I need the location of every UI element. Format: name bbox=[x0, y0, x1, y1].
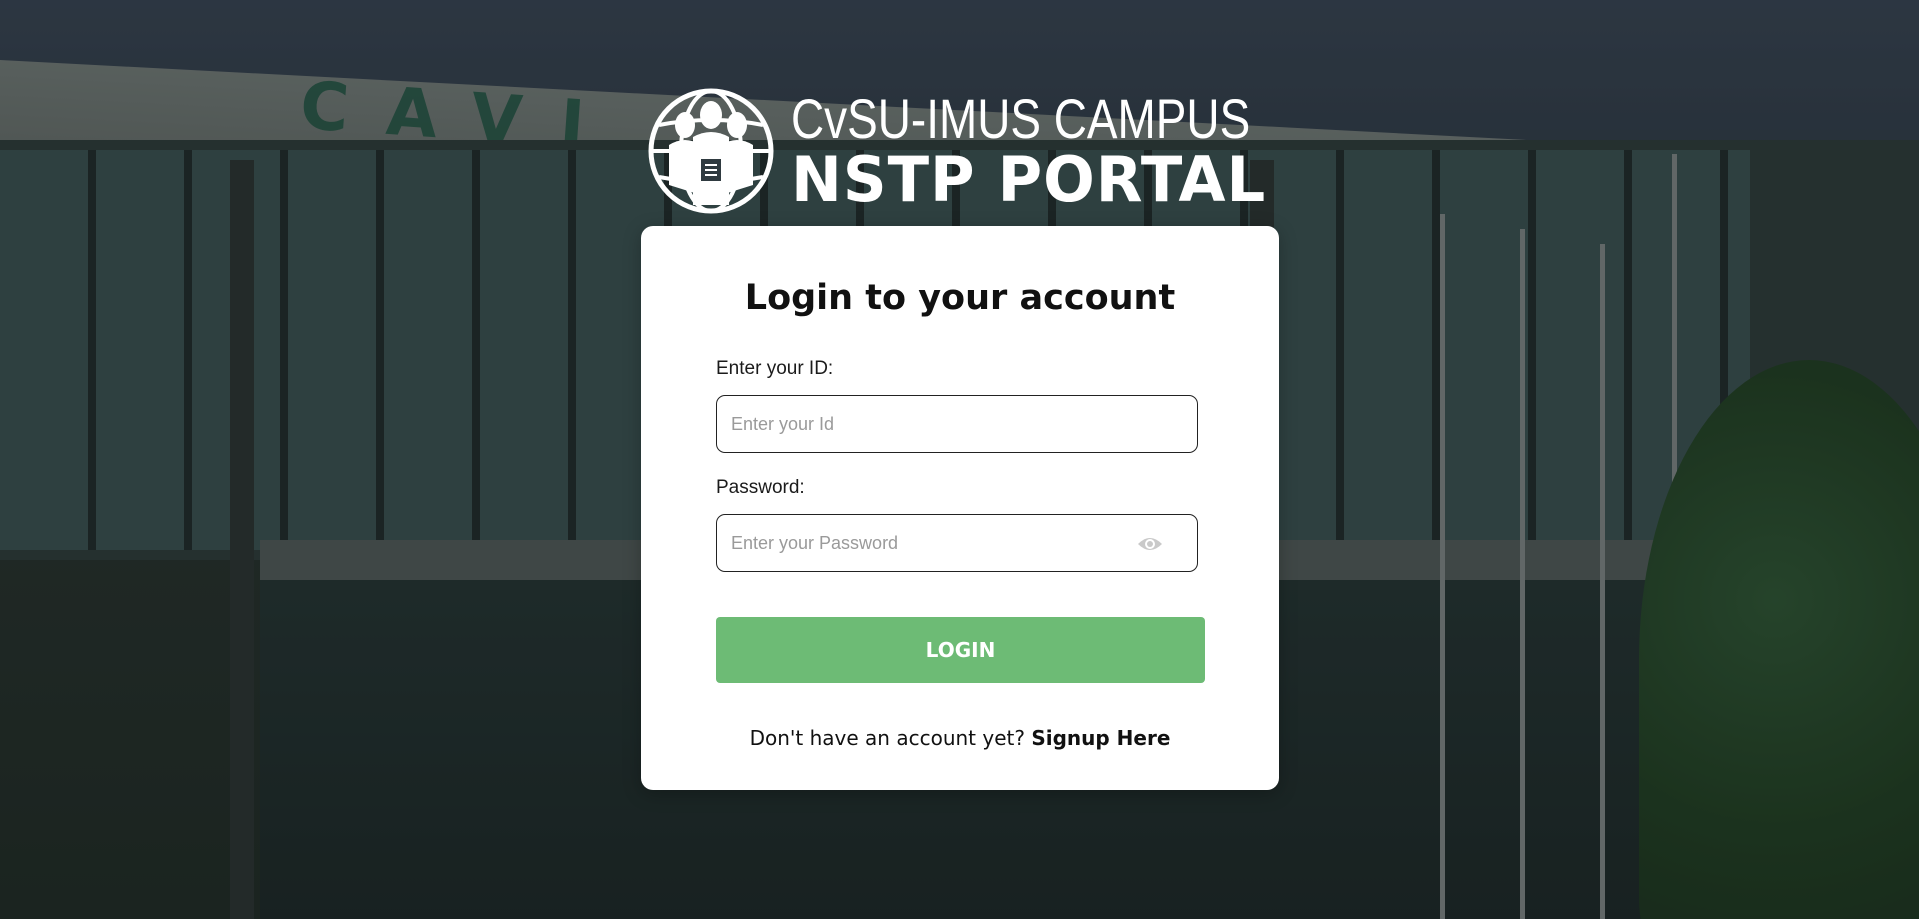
signup-row: Don't have an account yet? Signup Here bbox=[641, 726, 1279, 750]
login-button[interactable]: LOGIN bbox=[716, 617, 1205, 683]
portal-name: NSTP PORTAL bbox=[791, 143, 1267, 216]
id-field-wrapper bbox=[716, 395, 1198, 453]
eye-icon[interactable] bbox=[1137, 532, 1163, 556]
portal-header: CvSU-IMUS CAMPUS NSTP PORTAL bbox=[645, 86, 1351, 216]
password-field-wrapper bbox=[716, 514, 1198, 572]
globe-people-icon bbox=[648, 88, 774, 214]
campus-name: CvSU-IMUS CAMPUS bbox=[791, 87, 1251, 150]
password-input[interactable] bbox=[717, 515, 1197, 571]
id-label: Enter your ID: bbox=[716, 358, 834, 379]
signup-link[interactable]: Signup Here bbox=[1031, 726, 1170, 750]
password-label: Password: bbox=[716, 477, 805, 498]
signup-prompt: Don't have an account yet? bbox=[749, 726, 1032, 750]
login-title: Login to your account bbox=[744, 278, 1176, 318]
portal-title: CvSU-IMUS CAMPUS NSTP PORTAL bbox=[791, 91, 1351, 211]
id-input[interactable] bbox=[717, 396, 1197, 452]
login-card: Login to your account Enter your ID: Pas… bbox=[641, 226, 1279, 790]
